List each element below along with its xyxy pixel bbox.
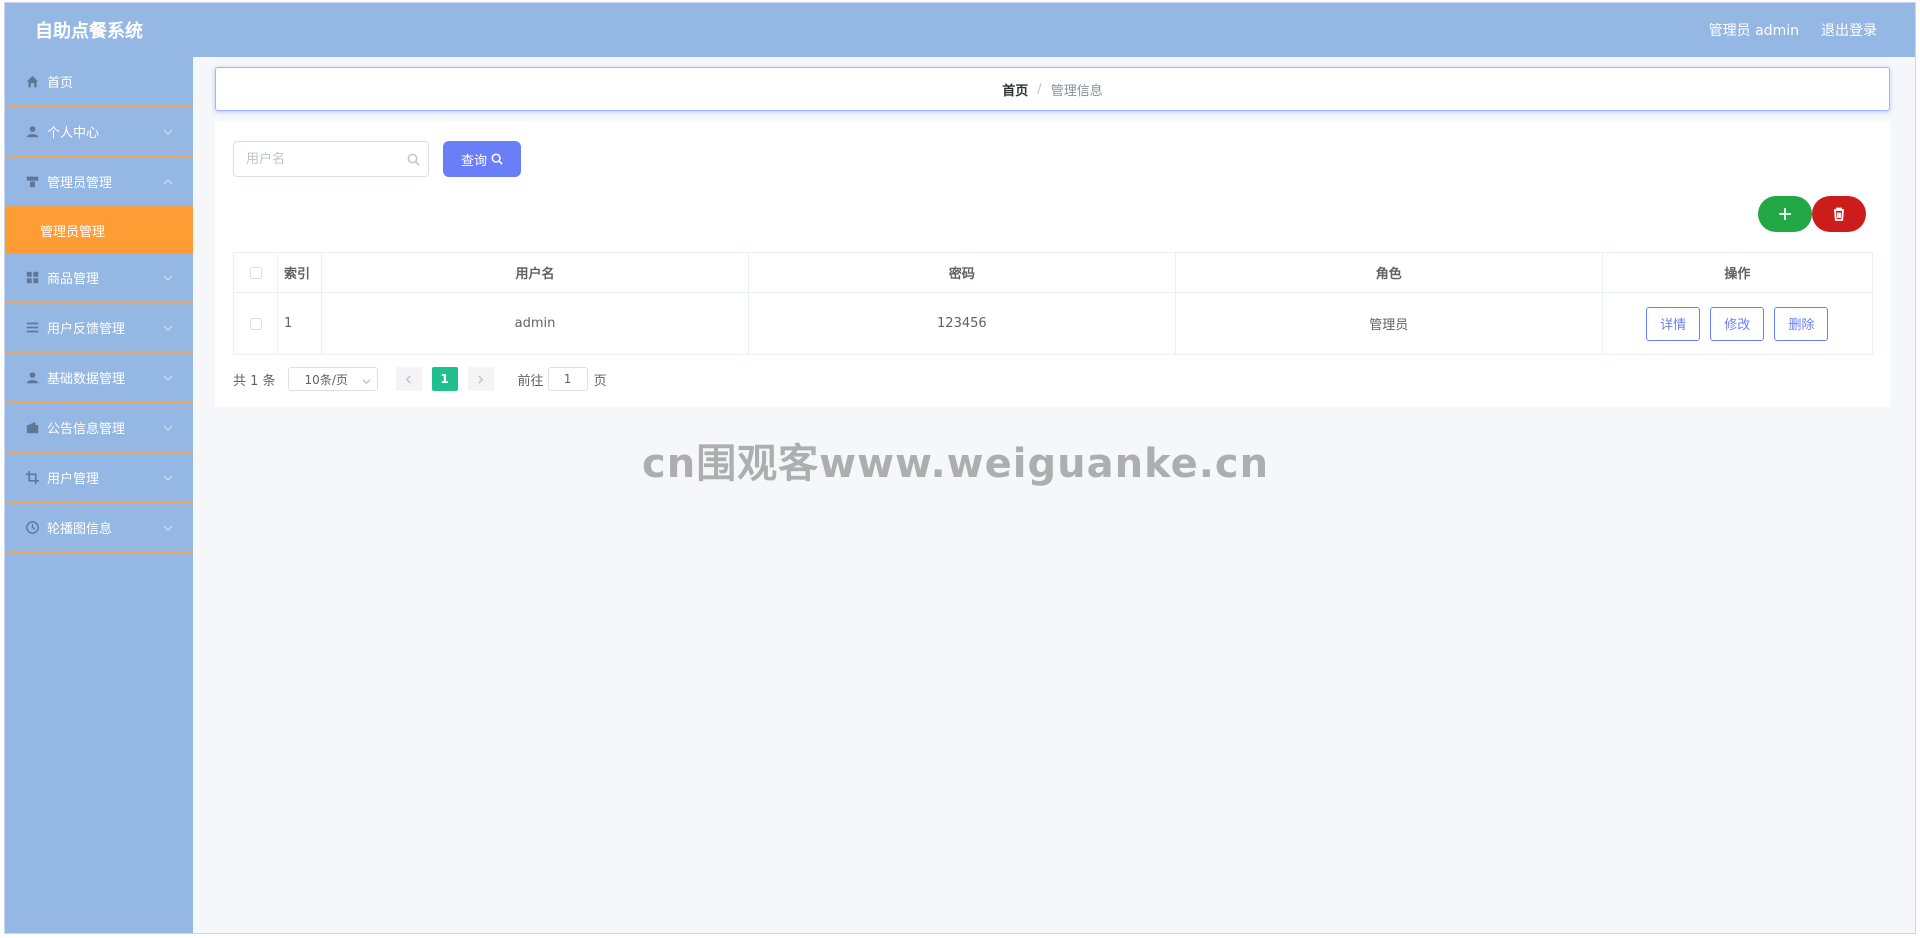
sidebar-item-carousel[interactable]: 轮播图信息 xyxy=(5,503,193,553)
chevron-left-icon xyxy=(405,374,411,384)
top-header: 自助点餐系统 管理员 admin 退出登录 xyxy=(5,3,1915,57)
sidebar-item-users[interactable]: 用户管理 xyxy=(5,453,193,503)
prev-page-button[interactable] xyxy=(395,367,422,391)
logout-link[interactable]: 退出登录 xyxy=(1821,20,1877,40)
sidebar-item-home[interactable]: 首页 xyxy=(5,57,193,107)
sidebar-menu: 首页 个人中心 管理员管理 管理员管理 商品管理 用户反馈管理 基础数据管理 公… xyxy=(5,57,193,933)
search-field-wrapper xyxy=(233,141,429,177)
content-panel: 查询 索引 用户名 密码 角色 xyxy=(215,121,1890,407)
chevron-right-icon xyxy=(478,374,484,384)
sidebar-item-feedback[interactable]: 用户反馈管理 xyxy=(5,303,193,353)
breadcrumb: 首页 / 管理信息 xyxy=(215,67,1890,111)
sidebar-item-label: 管理员管理 xyxy=(47,175,113,191)
sidebar-item-basic-data[interactable]: 基础数据管理 xyxy=(5,353,193,403)
breadcrumb-current: 管理信息 xyxy=(1050,83,1103,99)
column-header: 用户名 xyxy=(321,252,749,293)
user-icon xyxy=(25,124,39,138)
chevron-up-icon xyxy=(163,176,173,186)
page-size-value: 10条/页 xyxy=(304,372,348,387)
row-checkbox[interactable] xyxy=(249,317,262,330)
chevron-down-icon xyxy=(163,272,173,282)
sidebar-item-label: 基础数据管理 xyxy=(47,371,126,387)
username-cell: admin xyxy=(321,292,749,355)
clock-icon xyxy=(25,520,39,534)
app-title: 自助点餐系统 xyxy=(35,21,143,42)
column-header: 角色 xyxy=(1174,252,1603,293)
query-button[interactable]: 查询 xyxy=(443,141,521,177)
chevron-down-icon xyxy=(163,372,173,382)
table-row: 1 admin 123456 管理员 详情 修改 删除 xyxy=(232,292,1874,355)
search-icon xyxy=(491,153,503,165)
sidebar-item-admin-management[interactable]: 管理员管理 xyxy=(5,157,193,207)
sidebar-item-label: 轮播图信息 xyxy=(47,521,113,537)
header-user-area: 管理员 admin 退出登录 xyxy=(1709,20,1877,40)
actions-cell: 详情 修改 删除 xyxy=(1601,292,1874,355)
query-button-label: 查询 xyxy=(460,153,487,169)
role-cell: 管理员 xyxy=(1174,292,1603,355)
home-icon xyxy=(25,74,39,88)
edit-button[interactable]: 修改 xyxy=(1710,306,1765,341)
select-all-checkbox[interactable] xyxy=(249,266,262,279)
delete-button[interactable]: 删除 xyxy=(1774,306,1829,341)
page-number-current[interactable]: 1 xyxy=(431,367,458,391)
add-button[interactable] xyxy=(1758,196,1812,232)
chevron-down-icon xyxy=(163,522,173,532)
select-all-cell xyxy=(232,252,279,293)
watermark-text: cn围观客www.weiguanke.cn xyxy=(642,441,1270,487)
crop-icon xyxy=(25,470,39,484)
table-header-row: 索引 用户名 密码 角色 操作 xyxy=(232,252,1874,293)
admin-icon xyxy=(25,174,39,188)
sidebar-item-label: 用户反馈管理 xyxy=(47,321,126,337)
admin-table: 索引 用户名 密码 角色 操作 1 admin 123456 管理员 详情 修改… xyxy=(232,252,1874,355)
sidebar-item-label: 用户管理 xyxy=(47,471,100,487)
sidebar-item-products[interactable]: 商品管理 xyxy=(5,253,193,303)
sidebar-item-label: 首页 xyxy=(47,75,74,91)
sidebar-item-label: 商品管理 xyxy=(47,271,100,287)
chevron-down-icon xyxy=(163,472,173,482)
search-icon xyxy=(407,153,420,166)
sidebar-item-label: 公告信息管理 xyxy=(47,421,126,437)
chevron-down-icon xyxy=(163,422,173,432)
column-header: 密码 xyxy=(747,252,1176,293)
chevron-down-icon xyxy=(361,375,371,385)
trash-icon xyxy=(1834,207,1844,221)
page-suffix-label: 页 xyxy=(593,373,607,389)
index-cell: 1 xyxy=(277,292,323,355)
batch-delete-button[interactable] xyxy=(1812,196,1866,232)
app-window: 自助点餐系统 管理员 admin 退出登录 首页 个人中心 管理员管理 管理员管… xyxy=(4,2,1916,934)
password-cell: 123456 xyxy=(747,292,1176,355)
detail-button[interactable]: 详情 xyxy=(1646,306,1701,341)
wallet-icon xyxy=(25,420,39,434)
pagination-total: 共 1 条 xyxy=(233,373,276,389)
grid-icon xyxy=(25,270,39,284)
search-input[interactable] xyxy=(234,142,394,176)
chevron-down-icon xyxy=(163,322,173,332)
page-size-select[interactable]: 10条/页 xyxy=(287,367,378,391)
breadcrumb-home[interactable]: 首页 xyxy=(1002,80,1028,99)
column-header: 操作 xyxy=(1601,252,1874,293)
plus-icon xyxy=(1779,208,1791,220)
pagination: 共 1 条 10条/页 1 前往 页 xyxy=(233,366,607,392)
sidebar-item-label: 个人中心 xyxy=(47,125,100,141)
current-user-label: 管理员 admin xyxy=(1708,23,1799,39)
row-select-cell xyxy=(232,292,279,355)
goto-page-input[interactable] xyxy=(547,367,588,391)
goto-label: 前往 xyxy=(517,373,544,389)
main-content: 首页 / 管理信息 查询 xyxy=(193,57,1915,933)
sidebar-subitem-admin-management[interactable]: 管理员管理 xyxy=(5,207,193,253)
user-icon xyxy=(25,370,39,384)
sidebar-item-announcements[interactable]: 公告信息管理 xyxy=(5,403,193,453)
next-page-button[interactable] xyxy=(467,367,494,391)
chevron-down-icon xyxy=(163,126,173,136)
sidebar-item-profile[interactable]: 个人中心 xyxy=(5,107,193,157)
list-icon xyxy=(25,320,39,334)
column-header: 索引 xyxy=(277,252,323,293)
breadcrumb-separator: / xyxy=(1037,81,1042,97)
